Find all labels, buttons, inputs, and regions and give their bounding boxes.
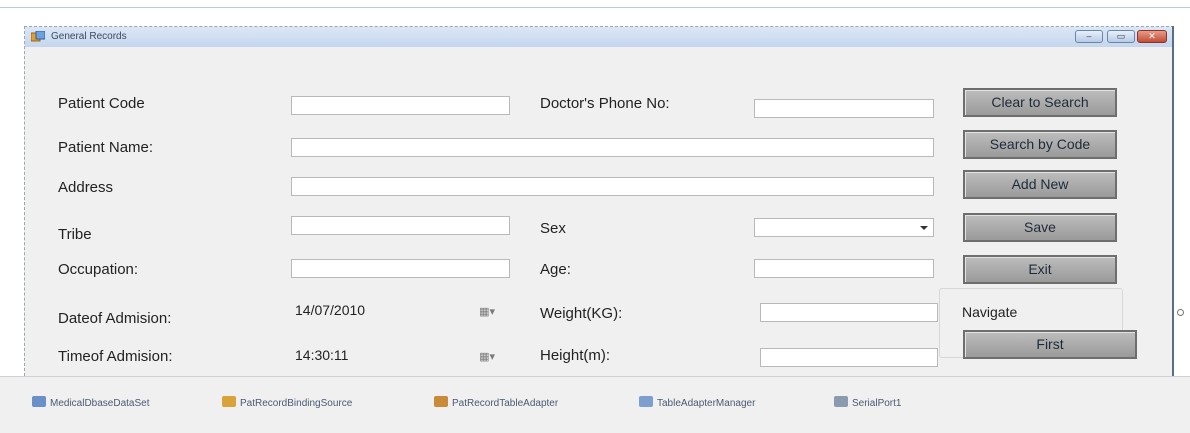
patient-code-label: Patient Code — [58, 95, 145, 112]
tray-item-label: SerialPort1 — [852, 398, 902, 409]
component-tray: MedicalDbaseDataSet PatRecordBindingSour… — [0, 376, 1190, 433]
first-button[interactable]: First — [963, 330, 1137, 359]
minimize-button[interactable]: – — [1075, 30, 1103, 43]
tray-item-dataset[interactable]: MedicalDbaseDataSet — [32, 396, 150, 409]
date-of-admission-value: 14/07/2010 — [295, 302, 366, 318]
height-label: Height(m): — [540, 347, 611, 364]
sex-select[interactable] — [754, 218, 934, 237]
form-right-edge — [1172, 26, 1174, 376]
tribe-input[interactable] — [291, 216, 510, 235]
window-title: General Records — [51, 31, 127, 42]
maximize-button[interactable]: ▭ — [1107, 30, 1135, 43]
adapter-manager-icon — [639, 396, 653, 407]
tray-item-table-adapter[interactable]: PatRecordTableAdapter — [434, 396, 558, 409]
clear-to-search-button[interactable]: Clear to Search — [963, 88, 1117, 117]
exit-button[interactable]: Exit — [963, 255, 1117, 284]
tray-item-label: PatRecordBindingSource — [240, 398, 353, 409]
time-of-admission-picker[interactable]: 14:30:11 ▦▾ — [291, 347, 501, 366]
time-of-admission-value: 14:30:11 — [295, 347, 349, 363]
weight-label: Weight(KG): — [540, 305, 623, 322]
tray-item-label: MedicalDbaseDataSet — [50, 398, 150, 409]
binding-source-icon — [222, 396, 236, 407]
occupation-label: Occupation: — [58, 261, 139, 278]
calendar-dropdown-icon[interactable]: ▦▾ — [479, 304, 495, 321]
weight-input[interactable] — [760, 303, 938, 322]
time-of-admission-label: Timeof Admision: — [58, 348, 173, 365]
table-adapter-icon — [434, 396, 448, 407]
form-icon — [31, 31, 45, 42]
patient-name-input[interactable] — [291, 138, 934, 157]
tray-item-adapter-manager[interactable]: TableAdapterManager — [639, 396, 755, 409]
time-dropdown-icon[interactable]: ▦▾ — [479, 349, 495, 366]
height-input[interactable] — [760, 348, 938, 367]
doctor-phone-input[interactable] — [754, 99, 934, 118]
serial-port-icon — [834, 396, 848, 407]
add-new-button[interactable]: Add New — [963, 170, 1117, 199]
tribe-label: Tribe — [58, 226, 92, 243]
address-label: Address — [58, 179, 114, 196]
address-input[interactable] — [291, 177, 934, 196]
close-button[interactable]: ✕ — [1137, 30, 1167, 43]
chevron-down-icon[interactable] — [920, 226, 928, 230]
patient-name-label: Patient Name: — [58, 139, 154, 156]
tray-item-serial-port[interactable]: SerialPort1 — [834, 396, 901, 409]
save-button[interactable]: Save — [963, 213, 1117, 242]
doctor-phone-label: Doctor's Phone No: — [540, 95, 670, 112]
tray-item-binding-source[interactable]: PatRecordBindingSource — [222, 396, 352, 409]
sex-label: Sex — [540, 220, 566, 237]
resize-handle-icon[interactable] — [1177, 309, 1184, 316]
occupation-input[interactable] — [291, 259, 510, 278]
tray-item-label: PatRecordTableAdapter — [452, 398, 559, 409]
date-of-admission-label: Dateof Admision: — [58, 310, 172, 327]
age-label: Age: — [540, 261, 571, 278]
title-bar[interactable]: General Records – ▭ ✕ — [25, 27, 1173, 48]
search-by-code-button[interactable]: Search by Code — [963, 130, 1117, 159]
patient-code-input[interactable] — [291, 96, 510, 115]
dataset-icon — [32, 396, 46, 407]
tray-item-label: TableAdapterManager — [657, 398, 756, 409]
date-of-admission-picker[interactable]: 14/07/2010 ▦▾ — [291, 302, 501, 321]
age-input[interactable] — [754, 259, 934, 278]
